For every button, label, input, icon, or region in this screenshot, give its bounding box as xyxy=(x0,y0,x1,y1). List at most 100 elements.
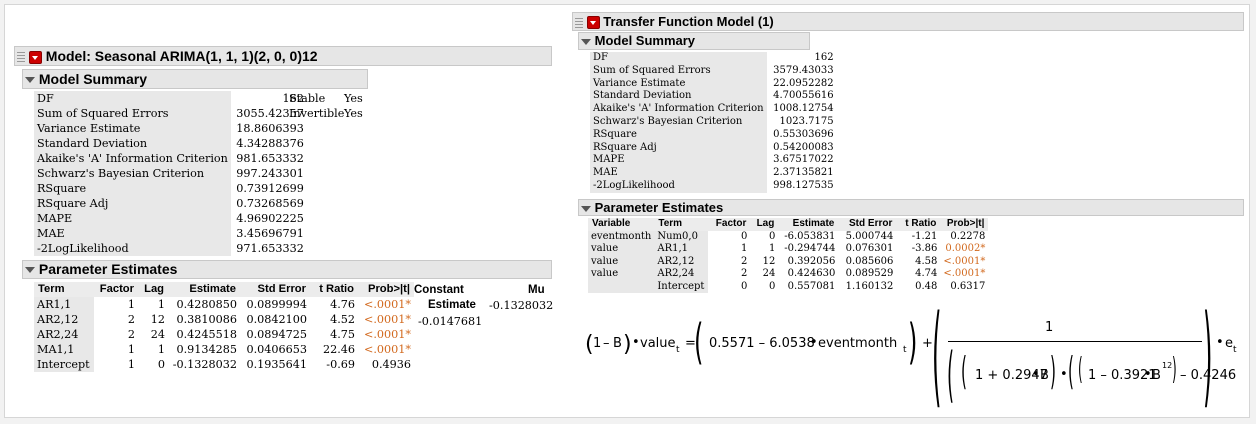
pe-column-header[interactable]: Prob>|t| xyxy=(940,218,989,231)
pe-cell: -0.1328032 xyxy=(172,358,237,371)
pe-row: eventmonth Num0,0 0 0 -6.053831 5.000744 -1.21… xyxy=(588,230,988,243)
pe-cell: 0.6317 xyxy=(950,280,986,292)
pe-column-header[interactable]: Factor xyxy=(708,218,751,231)
pe-cell: AR1,1 xyxy=(34,297,94,312)
summary-label: MAPE xyxy=(34,211,231,226)
pe-cell: 0.0894725 xyxy=(246,328,308,341)
red-triangle-menu-icon[interactable] xyxy=(586,16,600,30)
pe-cell: 1 xyxy=(127,358,135,371)
pe-cell: 4.75 xyxy=(330,328,355,341)
grip-icon[interactable] xyxy=(575,17,583,28)
pe-column-header[interactable]: Std Error xyxy=(838,218,897,231)
pe-cell: 0.0899994 xyxy=(246,298,308,311)
summary-value: 0.73268569 xyxy=(236,197,304,210)
pe-column-header[interactable]: Lag xyxy=(138,282,168,297)
pe-column-header[interactable]: Variable xyxy=(588,218,655,231)
summary-label: DF xyxy=(34,91,231,106)
tf-summary-header[interactable]: Model Summary xyxy=(578,32,810,50)
pe-cell: 0 xyxy=(157,358,165,371)
constant-estimate-label: Estimate xyxy=(428,299,476,311)
pe-cell: 24 xyxy=(150,328,165,341)
pe-cell: 4.52 xyxy=(330,313,355,326)
pe-cell: value xyxy=(588,243,655,256)
summary-value: 997.243301 xyxy=(236,167,304,180)
pe-cell: value xyxy=(588,268,655,281)
summary-label: RSquare Adj xyxy=(34,196,231,211)
pe-column-header[interactable]: Term xyxy=(654,218,709,231)
grip-icon[interactable] xyxy=(17,52,25,63)
mu-value: -0.1328032 xyxy=(489,299,554,312)
summary-row: MAPE 3.67517022 xyxy=(590,154,837,168)
pe-cell: 0.0406653 xyxy=(246,343,308,356)
pe-cell: 1 xyxy=(768,243,776,254)
pe-row: value AR2,12 2 12 0.392056 0.085606 4.58 <.0001… xyxy=(588,255,988,268)
summary-title: Model Summary xyxy=(38,71,148,87)
eq-left-poly: 0.5571 – 6.0538 xyxy=(709,336,815,351)
invertible-value: Yes xyxy=(344,107,363,120)
summary-label: MAPE xyxy=(590,154,767,168)
summary-row: Variance Estimate 22.0952282 xyxy=(590,77,837,91)
summary-row: DF 162 xyxy=(590,52,837,65)
left-summary-table: DF 162 Sum of Squared Errors 3055.42357 Vari… xyxy=(34,91,307,256)
pe-column-header[interactable]: Lag xyxy=(750,218,779,231)
pe-column-header[interactable]: t Ratio xyxy=(896,218,941,231)
disclosure-icon[interactable] xyxy=(581,205,591,212)
eq-numerator: 1 xyxy=(1045,320,1054,335)
pe-cell: 0.1935641 xyxy=(246,358,308,371)
summary-row: RSquare 0.55303696 xyxy=(590,128,837,142)
pe-cell: -0.294744 xyxy=(784,243,836,254)
disclosure-icon[interactable] xyxy=(25,77,35,84)
summary-value: 4.70055616 xyxy=(773,90,834,102)
summary-label: Akaike's 'A' Information Criterion xyxy=(590,103,767,116)
pe-cell: 4.58 xyxy=(915,255,938,267)
pe-cell: 4.74 xyxy=(915,268,938,279)
pe-cell: 0.557081 xyxy=(787,280,836,292)
summary-label: DF xyxy=(590,52,767,65)
summary-row: RSquare Adj 0.54200083 xyxy=(590,141,837,155)
summary-label: Variance Estimate xyxy=(590,77,767,91)
pe-cell: 0.0842100 xyxy=(246,313,308,326)
summary-value: 0.73912699 xyxy=(236,182,304,195)
eq-one: 1 xyxy=(593,336,602,351)
summary-label: Variance Estimate xyxy=(34,121,231,136)
summary-label: MAE xyxy=(590,167,767,180)
fraction-bar xyxy=(948,341,1202,342)
red-triangle-menu-icon[interactable] xyxy=(28,50,42,64)
pe-cell: 0.4936 xyxy=(371,358,411,371)
summary-label: -2LogLikelihood xyxy=(34,241,231,256)
pe-column-header[interactable]: Estimate xyxy=(778,218,839,231)
pe-cell: 0 xyxy=(768,280,776,292)
pe-cell: 0.9134285 xyxy=(176,343,238,356)
pe-cell: <.0001* xyxy=(364,298,411,311)
summary-value: 18.8606393 xyxy=(236,122,304,135)
pe-column-header[interactable]: Prob>|t| xyxy=(358,282,414,297)
summary-header[interactable]: Model Summary xyxy=(22,69,368,89)
pe-cell: 0 xyxy=(740,230,748,242)
pe-cell: -6.053831 xyxy=(784,230,836,242)
pe-column-header[interactable]: Std Error xyxy=(240,282,310,297)
summary-label: Akaike's 'A' Information Criterion xyxy=(34,151,231,166)
pe-cell: Intercept xyxy=(654,280,709,293)
disclosure-icon[interactable] xyxy=(581,38,591,45)
pe-header[interactable]: Parameter Estimates xyxy=(22,260,552,279)
pe-column-header[interactable]: Estimate xyxy=(168,282,240,297)
eq-eventmonth: eventmonth xyxy=(818,336,898,351)
pe-cell: 2 xyxy=(740,268,748,279)
pe-cell: AR2,24 xyxy=(34,327,94,342)
model-header[interactable]: Model: Seasonal ARIMA(1, 1, 1)(2, 0, 0)1… xyxy=(14,46,552,66)
pe-column-header[interactable]: Factor xyxy=(94,282,138,297)
pe-cell: MA1,1 xyxy=(34,342,94,357)
pe-cell: 0.4280850 xyxy=(176,298,238,311)
pe-cell: 24 xyxy=(762,268,776,279)
tf-title: Transfer Function Model (1) xyxy=(603,14,774,29)
pe-cell: 2 xyxy=(127,313,135,326)
summary-value: 981.653332 xyxy=(236,152,304,165)
pe-column-header[interactable]: Term xyxy=(34,282,94,297)
pe-column-header[interactable]: t Ratio xyxy=(310,282,358,297)
summary-value: 1008.12754 xyxy=(773,103,834,115)
tf-header[interactable]: Transfer Function Model (1) xyxy=(572,12,1244,31)
disclosure-icon[interactable] xyxy=(25,267,35,274)
pe-cell: 0.085606 xyxy=(845,255,894,267)
tf-pe-header[interactable]: Parameter Estimates xyxy=(578,199,1244,216)
summary-label: -2LogLikelihood xyxy=(590,179,767,193)
